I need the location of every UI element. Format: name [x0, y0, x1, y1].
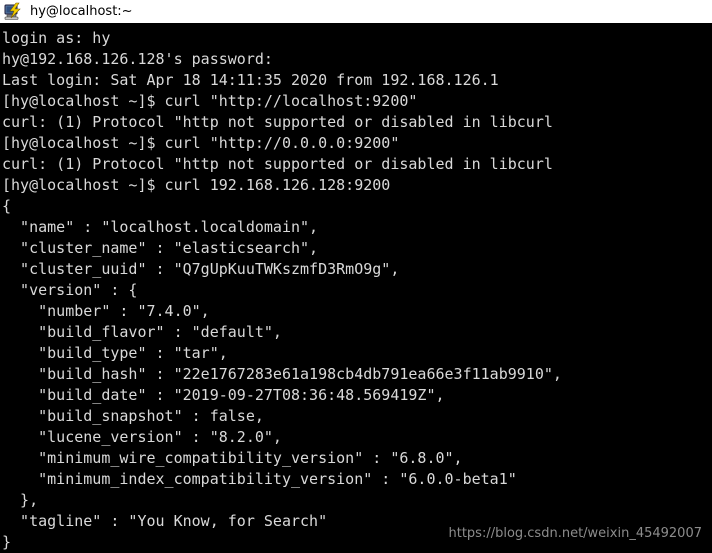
terminal-line: [hy@localhost ~]$ curl "http://0.0.0.0:9… — [2, 134, 400, 152]
terminal-line: "number" : "7.4.0", — [2, 302, 210, 320]
window-titlebar: hy@localhost:~ — [0, 0, 712, 24]
terminal-line: "name" : "localhost.localdomain", — [2, 218, 319, 236]
terminal-scrollback: login as: hy hy@192.168.126.128's passwo… — [2, 28, 712, 553]
terminal-line: Last login: Sat Apr 18 14:11:35 2020 fro… — [2, 71, 499, 89]
window-title: hy@localhost:~ — [30, 3, 133, 19]
terminal-line: hy@192.168.126.128's password: — [2, 50, 273, 68]
terminal-line: "version" : { — [2, 281, 138, 299]
terminal-line: }, — [2, 491, 39, 509]
watermark-text: https://blog.csdn.net/weixin_45492007 — [448, 526, 702, 541]
terminal-line: login as: hy — [2, 29, 111, 47]
terminal-line: "cluster_uuid" : "Q7gUpKuuTWKszmfD3RmO9g… — [2, 260, 400, 278]
terminal-line: "lucene_version" : "8.2.0", — [2, 428, 282, 446]
terminal-line: curl: (1) Protocol "http not supported o… — [2, 155, 553, 173]
terminal-line: { — [2, 197, 12, 215]
terminal-line: "build_flavor" : "default", — [2, 323, 282, 341]
terminal-line: "build_hash" : "22e1767283e61a198cb4db79… — [2, 365, 562, 383]
terminal-output-area[interactable]: login as: hy hy@192.168.126.128's passwo… — [0, 24, 712, 553]
terminal-line: "build_type" : "tar", — [2, 344, 228, 362]
terminal-line: [hy@localhost ~]$ curl 192.168.126.128:9… — [2, 176, 391, 194]
terminal-line: "build_date" : "2019-09-27T08:36:48.5694… — [2, 386, 445, 404]
terminal-line: "build_snapshot" : false, — [2, 407, 264, 425]
putty-terminal-window: hy@localhost:~ login as: hy hy@192.168.1… — [0, 0, 712, 553]
putty-terminal-icon — [4, 2, 21, 20]
terminal-line: "cluster_name" : "elasticsearch", — [2, 239, 319, 257]
terminal-line: curl: (1) Protocol "http not supported o… — [2, 113, 553, 131]
terminal-line: [hy@localhost ~]$ curl "http://localhost… — [2, 92, 418, 110]
terminal-line: "minimum_index_compatibility_version" : … — [2, 470, 517, 488]
terminal-line: "minimum_wire_compatibility_version" : "… — [2, 449, 463, 467]
